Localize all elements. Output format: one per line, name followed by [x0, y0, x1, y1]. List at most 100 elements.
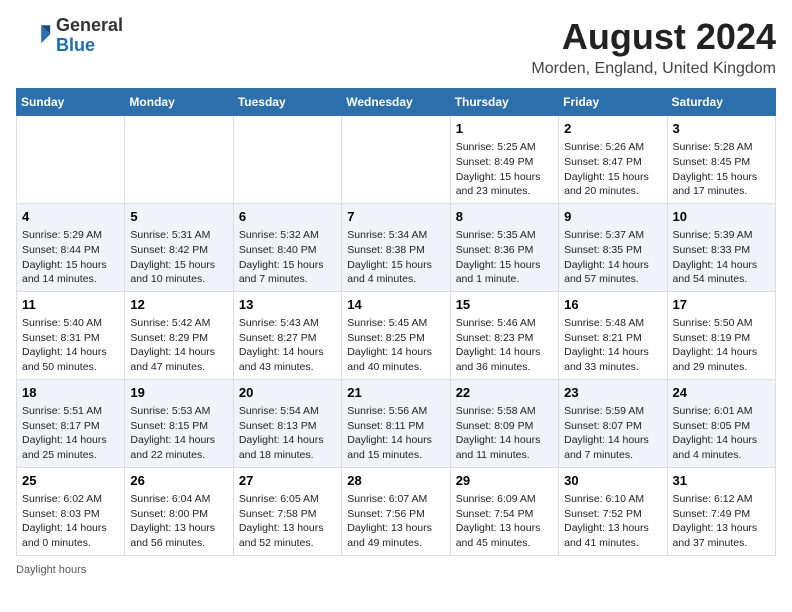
calendar-cell: 17Sunrise: 5:50 AM Sunset: 8:19 PM Dayli…	[667, 291, 775, 379]
day-info: Sunrise: 5:34 AM Sunset: 8:38 PM Dayligh…	[347, 228, 444, 287]
calendar-cell: 24 Sunrise: 6:01 AM Sunset: 8:05 PM Dayli…	[667, 379, 775, 467]
calendar-cell: 31 Sunrise: 6:12 AM Sunset: 7:49 PM Dayli…	[667, 467, 775, 555]
day-number: 21	[347, 384, 444, 402]
day-info: Sunrise: 6:07 AM Sunset: 7:56 PM Dayligh…	[347, 492, 444, 551]
calendar-cell: 8Sunrise: 5:35 AM Sunset: 8:36 PM Daylig…	[450, 203, 558, 291]
calendar-cell: 15Sunrise: 5:46 AM Sunset: 8:23 PM Dayli…	[450, 291, 558, 379]
calendar-cell: 1Sunrise: 5:25 AM Sunset: 8:49 PM Daylig…	[450, 116, 558, 204]
calendar-cell: 9 Sunrise: 5:37 AM Sunset: 8:35 PM Daylig…	[559, 203, 667, 291]
subtitle: Morden, England, United Kingdom	[531, 60, 776, 78]
calendar-cell	[342, 116, 450, 204]
day-number: 24	[673, 384, 770, 402]
day-number: 11	[22, 296, 119, 314]
day-info: Sunrise: 5:45 AM Sunset: 8:25 PM Dayligh…	[347, 316, 444, 375]
calendar-cell: 18Sunrise: 5:51 AM Sunset: 8:17 PM Dayli…	[17, 379, 125, 467]
day-number: 23	[564, 384, 661, 402]
week-row-4: 18Sunrise: 5:51 AM Sunset: 8:17 PM Dayli…	[17, 379, 776, 467]
day-info: Sunrise: 5:43 AM Sunset: 8:27 PM Dayligh…	[239, 316, 336, 375]
calendar-cell: 20 Sunrise: 5:54 AM Sunset: 8:13 PM Dayli…	[233, 379, 341, 467]
calendar-cell: 28 Sunrise: 6:07 AM Sunset: 7:56 PM Dayli…	[342, 467, 450, 555]
day-header-tuesday: Tuesday	[233, 89, 341, 116]
calendar-cell: 3 Sunrise: 5:28 AM Sunset: 8:45 PM Daylig…	[667, 116, 775, 204]
day-header-friday: Friday	[559, 89, 667, 116]
day-header-sunday: Sunday	[17, 89, 125, 116]
calendar-cell	[17, 116, 125, 204]
calendar-cell	[233, 116, 341, 204]
calendar-cell: 5 Sunrise: 5:31 AM Sunset: 8:42 PM Daylig…	[125, 203, 233, 291]
week-row-2: 4 Sunrise: 5:29 AM Sunset: 8:44 PM Daylig…	[17, 203, 776, 291]
header-row: SundayMondayTuesdayWednesdayThursdayFrid…	[17, 89, 776, 116]
day-info: Sunrise: 5:54 AM Sunset: 8:13 PM Dayligh…	[239, 404, 336, 463]
calendar-cell: 16Sunrise: 5:48 AM Sunset: 8:21 PM Dayli…	[559, 291, 667, 379]
day-header-thursday: Thursday	[450, 89, 558, 116]
day-number: 2	[564, 120, 661, 138]
day-info: Sunrise: 5:48 AM Sunset: 8:21 PM Dayligh…	[564, 316, 661, 375]
day-number: 22	[456, 384, 553, 402]
day-info: Sunrise: 5:39 AM Sunset: 8:33 PM Dayligh…	[673, 228, 770, 287]
calendar-cell: 4 Sunrise: 5:29 AM Sunset: 8:44 PM Daylig…	[17, 203, 125, 291]
day-number: 19	[130, 384, 227, 402]
day-number: 18	[22, 384, 119, 402]
calendar-cell: 6Sunrise: 5:32 AM Sunset: 8:40 PM Daylig…	[233, 203, 341, 291]
header: General Blue August 2024 Morden, England…	[16, 16, 776, 78]
calendar-cell: 10 Sunrise: 5:39 AM Sunset: 8:33 PM Dayli…	[667, 203, 775, 291]
day-number: 4	[22, 208, 119, 226]
day-number: 30	[564, 472, 661, 490]
day-number: 6	[239, 208, 336, 226]
day-number: 31	[673, 472, 770, 490]
day-info: Sunrise: 5:46 AM Sunset: 8:23 PM Dayligh…	[456, 316, 553, 375]
day-info: Sunrise: 5:59 AM Sunset: 8:07 PM Dayligh…	[564, 404, 661, 463]
day-info: Sunrise: 5:42 AM Sunset: 8:29 PM Dayligh…	[130, 316, 227, 375]
day-number: 8	[456, 208, 553, 226]
day-info: Sunrise: 6:05 AM Sunset: 7:58 PM Dayligh…	[239, 492, 336, 551]
calendar-cell: 25Sunrise: 6:02 AM Sunset: 8:03 PM Dayli…	[17, 467, 125, 555]
day-info: Sunrise: 6:10 AM Sunset: 7:52 PM Dayligh…	[564, 492, 661, 551]
day-number: 10	[673, 208, 770, 226]
calendar-table: SundayMondayTuesdayWednesdayThursdayFrid…	[16, 88, 776, 556]
calendar-cell: 14 Sunrise: 5:45 AM Sunset: 8:25 PM Dayli…	[342, 291, 450, 379]
calendar-cell: 27 Sunrise: 6:05 AM Sunset: 7:58 PM Dayli…	[233, 467, 341, 555]
day-number: 13	[239, 296, 336, 314]
day-info: Sunrise: 5:26 AM Sunset: 8:47 PM Dayligh…	[564, 140, 661, 199]
day-info: Sunrise: 6:12 AM Sunset: 7:49 PM Dayligh…	[673, 492, 770, 551]
day-info: Sunrise: 5:37 AM Sunset: 8:35 PM Dayligh…	[564, 228, 661, 287]
day-info: Sunrise: 5:31 AM Sunset: 8:42 PM Dayligh…	[130, 228, 227, 287]
day-number: 17	[673, 296, 770, 314]
logo: General Blue	[16, 16, 123, 56]
day-info: Sunrise: 5:29 AM Sunset: 8:44 PM Dayligh…	[22, 228, 119, 287]
logo-text: General Blue	[56, 16, 123, 56]
day-number: 7	[347, 208, 444, 226]
day-number: 1	[456, 120, 553, 138]
week-row-1: 1Sunrise: 5:25 AM Sunset: 8:49 PM Daylig…	[17, 116, 776, 204]
day-info: Sunrise: 5:58 AM Sunset: 8:09 PM Dayligh…	[456, 404, 553, 463]
calendar-cell: 30 Sunrise: 6:10 AM Sunset: 7:52 PM Dayli…	[559, 467, 667, 555]
day-info: Sunrise: 6:04 AM Sunset: 8:00 PM Dayligh…	[130, 492, 227, 551]
calendar-cell: 29Sunrise: 6:09 AM Sunset: 7:54 PM Dayli…	[450, 467, 558, 555]
day-number: 14	[347, 296, 444, 314]
day-info: Sunrise: 5:28 AM Sunset: 8:45 PM Dayligh…	[673, 140, 770, 199]
day-info: Sunrise: 6:01 AM Sunset: 8:05 PM Dayligh…	[673, 404, 770, 463]
week-row-5: 25Sunrise: 6:02 AM Sunset: 8:03 PM Dayli…	[17, 467, 776, 555]
calendar-cell: 2 Sunrise: 5:26 AM Sunset: 8:47 PM Daylig…	[559, 116, 667, 204]
day-number: 27	[239, 472, 336, 490]
day-header-wednesday: Wednesday	[342, 89, 450, 116]
calendar-cell: 12Sunrise: 5:42 AM Sunset: 8:29 PM Dayli…	[125, 291, 233, 379]
day-number: 29	[456, 472, 553, 490]
footer-note: Daylight hours	[16, 564, 776, 576]
calendar-cell: 13 Sunrise: 5:43 AM Sunset: 8:27 PM Dayli…	[233, 291, 341, 379]
week-row-3: 11 Sunrise: 5:40 AM Sunset: 8:31 PM Dayli…	[17, 291, 776, 379]
day-number: 9	[564, 208, 661, 226]
day-number: 26	[130, 472, 227, 490]
day-number: 5	[130, 208, 227, 226]
day-info: Sunrise: 5:40 AM Sunset: 8:31 PM Dayligh…	[22, 316, 119, 375]
day-header-saturday: Saturday	[667, 89, 775, 116]
day-info: Sunrise: 5:53 AM Sunset: 8:15 PM Dayligh…	[130, 404, 227, 463]
day-number: 3	[673, 120, 770, 138]
logo-icon	[16, 18, 52, 54]
day-number: 20	[239, 384, 336, 402]
calendar-cell: 19 Sunrise: 5:53 AM Sunset: 8:15 PM Dayli…	[125, 379, 233, 467]
day-header-monday: Monday	[125, 89, 233, 116]
day-number: 28	[347, 472, 444, 490]
calendar-cell: 7 Sunrise: 5:34 AM Sunset: 8:38 PM Daylig…	[342, 203, 450, 291]
calendar-cell	[125, 116, 233, 204]
